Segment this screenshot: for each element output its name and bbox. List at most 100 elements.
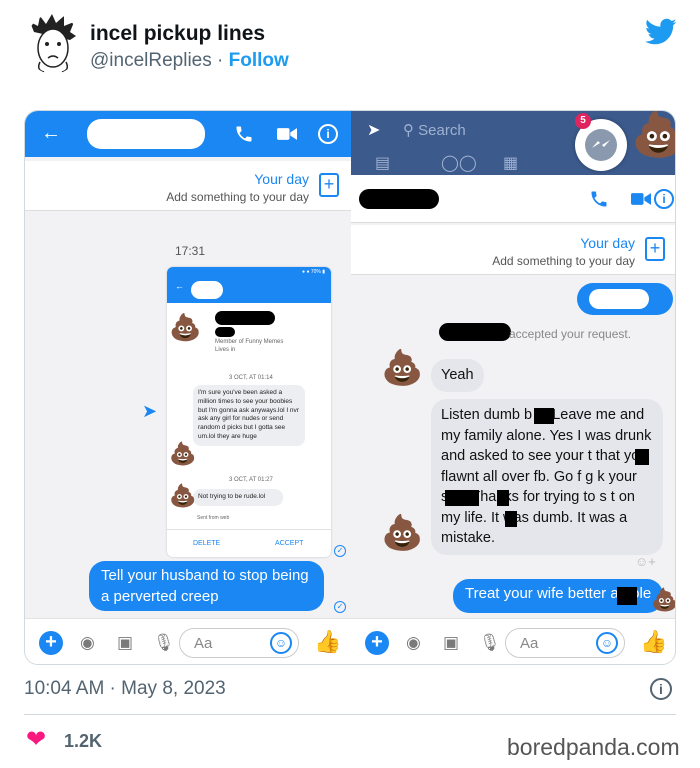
message-input[interactable]: Aa ☺	[179, 628, 299, 658]
add-story-icon-2[interactable]: +	[645, 237, 665, 261]
handle-row: @incelReplies · Follow	[90, 50, 289, 72]
info-icon[interactable]: i	[318, 124, 338, 144]
thumbs-up-icon[interactable]: 👍	[314, 631, 341, 653]
right-chat-panel: ➤ ⚲ Search ▤ ◯◯ ▦ 5 💩 i Your d	[351, 111, 676, 664]
redaction-bar-6	[617, 587, 637, 605]
redacted-contact-name-2	[359, 189, 439, 209]
phone-message-bubble: I'm sure you've been asked a million tim…	[193, 385, 305, 446]
poop-emoji-avatar-3: 💩	[381, 514, 424, 552]
screenshot-image[interactable]: ← i Your day Add something to your day +…	[24, 110, 676, 665]
gallery-icon[interactable]: ▣	[117, 634, 133, 651]
poop-emoji-avatar: 💩	[169, 312, 202, 342]
divider	[24, 714, 676, 715]
redacted-accepter-name	[439, 323, 511, 341]
messenger-top-bar: ← i	[25, 111, 351, 157]
send-icon[interactable]: ➤	[367, 123, 380, 139]
plus-icon[interactable]: +	[39, 631, 63, 655]
microphone-icon-2[interactable]: 🎙	[479, 634, 501, 651]
delete-button[interactable]: DELETE	[193, 540, 220, 547]
delivered-check-icon-2: ✓	[334, 601, 346, 613]
your-day-subtitle: Add something to your day	[166, 190, 309, 204]
poop-emoji-chat-head[interactable]: 💩	[631, 113, 675, 157]
plus-icon-2[interactable]: +	[365, 631, 389, 655]
gallery-icon-2[interactable]: ▣	[443, 634, 459, 651]
microphone-icon[interactable]: 🎙	[153, 634, 175, 651]
back-arrow-icon[interactable]: ←	[41, 123, 61, 143]
phone-top-bar: ← ● ● 70% ▮	[167, 267, 331, 303]
heart-icon[interactable]: ❤	[26, 728, 46, 752]
tweet-header: incel pickup lines @incelReplies · Follo…	[0, 0, 700, 100]
messenger-icon	[585, 129, 617, 161]
search-icon: ⚲	[403, 122, 414, 139]
date-2: 3 OCT, AT 01:27	[229, 477, 273, 483]
accept-button[interactable]: ACCEPT	[275, 540, 303, 547]
your-day-subtitle-2: Add something to your day	[492, 254, 635, 268]
phone-icon-2[interactable]	[589, 189, 609, 209]
your-day-banner-2[interactable]: Your day Add something to your day +	[351, 225, 675, 275]
message-input-placeholder-2: Aa	[520, 635, 539, 652]
your-day-banner[interactable]: Your day Add something to your day +	[25, 161, 351, 211]
poop-emoji-avatar-2: 💩	[381, 349, 424, 387]
accepted-request-text: accepted your request.	[509, 327, 632, 341]
boredpanda-watermark: boredpanda.com	[507, 734, 680, 760]
redaction-bar-1	[534, 408, 554, 424]
display-name[interactable]: incel pickup lines	[90, 22, 265, 46]
emoji-icon-2[interactable]: ☺	[596, 632, 618, 654]
phone-redacted-sender	[215, 311, 275, 325]
lives-line: Lives in	[215, 347, 236, 353]
avatar[interactable]	[26, 14, 80, 74]
search-field[interactable]: ⚲ Search	[403, 121, 466, 139]
add-reaction-icon[interactable]: ☺+	[635, 554, 656, 569]
feed-icon[interactable]: ▤	[375, 153, 390, 173]
like-count[interactable]: 1.2K	[64, 731, 102, 752]
camera-icon[interactable]: ◉	[80, 634, 95, 651]
notification-badge: 5	[575, 113, 591, 129]
messenger-search-bar: ➤ ⚲ Search ▤ ◯◯ ▦ 5 💩	[351, 111, 675, 175]
message-composer: + ◉ ▣ 🎙 Aa ☺ 👍	[25, 618, 351, 664]
your-day-title: Your day	[254, 171, 309, 187]
emoji-icon[interactable]: ☺	[270, 632, 292, 654]
separator: ·	[217, 50, 224, 71]
member-line: Member of Funny Memes	[215, 339, 284, 345]
message-composer-2: + ◉ ▣ 🎙 Aa ☺ 👍	[351, 618, 675, 664]
chat-header: i	[351, 175, 675, 223]
handle[interactable]: @incelReplies	[90, 50, 212, 71]
time-label: 17:31	[175, 244, 206, 258]
your-day-title-2: Your day	[580, 235, 635, 251]
add-story-icon[interactable]: +	[319, 173, 339, 197]
follow-button[interactable]: Follow	[229, 50, 289, 71]
message-input-2[interactable]: Aa ☺	[505, 628, 625, 658]
twitter-bird-icon[interactable]	[645, 18, 677, 46]
phone-message-bubble-2: Not trying to be rude.lol	[193, 489, 283, 506]
info-icon-2[interactable]: i	[654, 189, 674, 209]
forwarded-phone-screenshot: ← ● ● 70% ▮ 💩 Member of Funny Memes Live…	[167, 267, 331, 557]
poop-emoji-avatar-small: 💩	[169, 441, 197, 466]
search-placeholder: Search	[418, 122, 466, 139]
phone-icon[interactable]	[234, 124, 254, 144]
phone-redacted-small	[215, 327, 235, 337]
message-input-placeholder: Aa	[194, 635, 213, 652]
seen-poop-emoji: 💩	[651, 587, 676, 612]
redaction-bar-4	[497, 490, 509, 506]
redaction-bar-2	[635, 449, 649, 465]
redacted-contact-name	[87, 119, 205, 149]
phone-back-arrow-icon: ←	[175, 281, 184, 291]
tweet-timestamp[interactable]: 10:04 AM · May 8, 2023	[24, 678, 226, 700]
info-circle-icon[interactable]: i	[650, 678, 672, 700]
video-call-icon[interactable]	[277, 126, 297, 142]
video-call-icon-2[interactable]	[631, 191, 651, 207]
left-chat-panel: ← i Your day Add something to your day +…	[25, 111, 351, 664]
redacted-sent-bubble	[577, 283, 673, 315]
camera-icon-2[interactable]: ◉	[406, 634, 421, 651]
sent-from-web: Sent from web	[197, 515, 230, 521]
thumbs-up-icon-2[interactable]: 👍	[640, 631, 667, 653]
friends-icon[interactable]: ◯◯	[441, 153, 477, 173]
marketplace-icon[interactable]: ▦	[503, 153, 518, 173]
redaction-bar-3	[445, 490, 479, 506]
redaction-bar-5	[505, 511, 517, 527]
poop-emoji-avatar-small-2: 💩	[169, 483, 197, 508]
phone-status-icons: ● ● 70% ▮	[302, 269, 325, 275]
share-icon[interactable]: ➤	[142, 402, 157, 420]
sent-message-bubble[interactable]: Tell your husband to stop being a perver…	[89, 561, 324, 611]
received-message-yeah[interactable]: Yeah	[431, 359, 484, 392]
